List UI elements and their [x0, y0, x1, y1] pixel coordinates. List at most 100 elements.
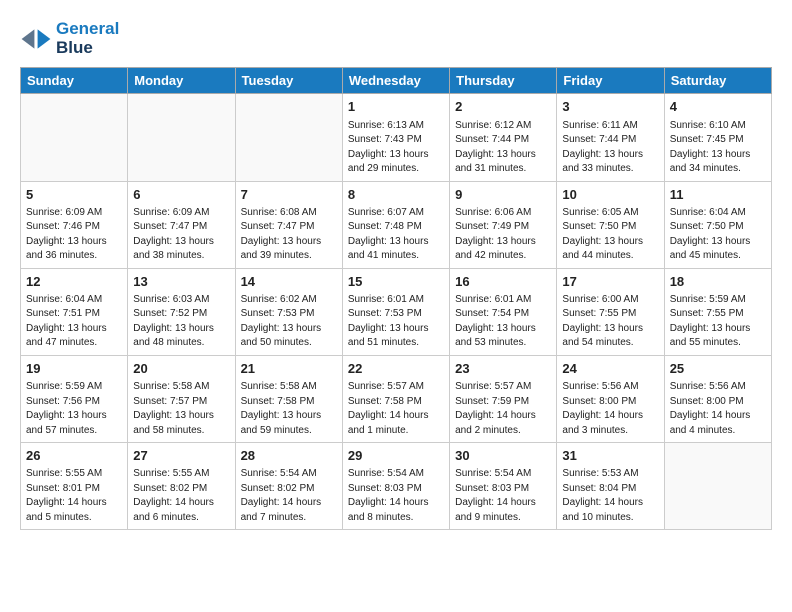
day-info: Sunrise: 6:09 AM Sunset: 7:46 PM Dayligh…: [26, 206, 122, 264]
day-number: 25: [670, 360, 766, 378]
weekday-header: Thursday: [450, 68, 557, 94]
day-info: Sunrise: 5:59 AM Sunset: 7:56 PM Dayligh…: [26, 380, 122, 438]
calendar-cell: 5 Sunrise: 6:09 AM Sunset: 7:46 PM Daylig…: [21, 181, 128, 268]
calendar-cell: 1 Sunrise: 6:13 AM Sunset: 7:43 PM Daylig…: [342, 94, 449, 181]
calendar-cell: 24 Sunrise: 5:56 AM Sunset: 8:00 PM Dayli…: [557, 355, 664, 442]
calendar-cell: 7Sunrise: 6:08 AM Sunset: 7:47 PM Daylig…: [235, 181, 342, 268]
day-number: 1: [348, 98, 444, 116]
calendar-cell: 2 Sunrise: 6:12 AM Sunset: 7:44 PM Daylig…: [450, 94, 557, 181]
weekday-header: Monday: [128, 68, 235, 94]
day-info: Sunrise: 6:11 AM Sunset: 7:44 PM Dayligh…: [562, 119, 658, 177]
calendar-cell: 19 Sunrise: 5:59 AM Sunset: 7:56 PM Dayli…: [21, 355, 128, 442]
header: General Blue: [20, 20, 772, 57]
calendar-cell: [128, 94, 235, 181]
weekday-header: Sunday: [21, 68, 128, 94]
day-info: Sunrise: 5:58 AM Sunset: 7:57 PM Dayligh…: [133, 380, 229, 438]
calendar-cell: 14 Sunrise: 6:02 AM Sunset: 7:53 PM Dayli…: [235, 268, 342, 355]
day-number: 2: [455, 98, 551, 116]
day-number: 16: [455, 273, 551, 291]
day-number: 4: [670, 98, 766, 116]
weekday-header: Friday: [557, 68, 664, 94]
day-number: 26: [26, 447, 122, 465]
day-number: 29: [348, 447, 444, 465]
day-number: 14: [241, 273, 337, 291]
calendar-week-row: 12 Sunrise: 6:04 AM Sunset: 7:51 PM Dayli…: [21, 268, 772, 355]
day-number: 27: [133, 447, 229, 465]
day-number: 21: [241, 360, 337, 378]
day-info: Sunrise: 6:10 AM Sunset: 7:45 PM Dayligh…: [670, 119, 766, 177]
calendar-cell: 6 Sunrise: 6:09 AM Sunset: 7:47 PM Daylig…: [128, 181, 235, 268]
calendar-cell: 28Sunrise: 5:54 AM Sunset: 8:02 PM Dayli…: [235, 443, 342, 530]
calendar: SundayMondayTuesdayWednesdayThursdayFrid…: [20, 67, 772, 530]
calendar-cell: 21 Sunrise: 5:58 AM Sunset: 7:58 PM Dayli…: [235, 355, 342, 442]
calendar-cell: 10 Sunrise: 6:05 AM Sunset: 7:50 PM Dayli…: [557, 181, 664, 268]
calendar-week-row: 19 Sunrise: 5:59 AM Sunset: 7:56 PM Dayli…: [21, 355, 772, 442]
day-info: Sunrise: 5:56 AM Sunset: 8:00 PM Dayligh…: [670, 380, 766, 438]
calendar-cell: [235, 94, 342, 181]
day-number: 11: [670, 186, 766, 204]
day-info: Sunrise: 5:55 AM Sunset: 8:01 PM Dayligh…: [26, 467, 122, 525]
weekday-header: Saturday: [664, 68, 771, 94]
day-info: Sunrise: 6:12 AM Sunset: 7:44 PM Dayligh…: [455, 119, 551, 177]
weekday-header-row: SundayMondayTuesdayWednesdayThursdayFrid…: [21, 68, 772, 94]
day-number: 12: [26, 273, 122, 291]
calendar-cell: 16 Sunrise: 6:01 AM Sunset: 7:54 PM Dayli…: [450, 268, 557, 355]
day-info: Sunrise: 5:56 AM Sunset: 8:00 PM Dayligh…: [562, 380, 658, 438]
day-info: Sunrise: 6:05 AM Sunset: 7:50 PM Dayligh…: [562, 206, 658, 264]
day-number: 13: [133, 273, 229, 291]
calendar-cell: 29 Sunrise: 5:54 AM Sunset: 8:03 PM Dayli…: [342, 443, 449, 530]
day-info: Sunrise: 6:07 AM Sunset: 7:48 PM Dayligh…: [348, 206, 444, 264]
day-info: Sunrise: 6:00 AM Sunset: 7:55 PM Dayligh…: [562, 293, 658, 351]
day-number: 10: [562, 186, 658, 204]
calendar-cell: 3 Sunrise: 6:11 AM Sunset: 7:44 PM Daylig…: [557, 94, 664, 181]
day-info: Sunrise: 6:09 AM Sunset: 7:47 PM Dayligh…: [133, 206, 229, 264]
day-number: 8: [348, 186, 444, 204]
day-info: Sunrise: 6:01 AM Sunset: 7:54 PM Dayligh…: [455, 293, 551, 351]
day-number: 9: [455, 186, 551, 204]
day-info: Sunrise: 6:02 AM Sunset: 7:53 PM Dayligh…: [241, 293, 337, 351]
day-info: Sunrise: 6:04 AM Sunset: 7:51 PM Dayligh…: [26, 293, 122, 351]
calendar-week-row: 26 Sunrise: 5:55 AM Sunset: 8:01 PM Dayli…: [21, 443, 772, 530]
calendar-cell: 22 Sunrise: 5:57 AM Sunset: 7:58 PM Dayli…: [342, 355, 449, 442]
day-info: Sunrise: 6:03 AM Sunset: 7:52 PM Dayligh…: [133, 293, 229, 351]
day-number: 24: [562, 360, 658, 378]
weekday-header: Wednesday: [342, 68, 449, 94]
calendar-cell: 26 Sunrise: 5:55 AM Sunset: 8:01 PM Dayli…: [21, 443, 128, 530]
day-number: 18: [670, 273, 766, 291]
day-number: 5: [26, 186, 122, 204]
logo-text: General Blue: [56, 20, 119, 57]
day-number: 22: [348, 360, 444, 378]
calendar-cell: [664, 443, 771, 530]
day-info: Sunrise: 5:54 AM Sunset: 8:03 PM Dayligh…: [348, 467, 444, 525]
day-info: Sunrise: 5:58 AM Sunset: 7:58 PM Dayligh…: [241, 380, 337, 438]
calendar-cell: 20Sunrise: 5:58 AM Sunset: 7:57 PM Dayli…: [128, 355, 235, 442]
day-info: Sunrise: 5:54 AM Sunset: 8:03 PM Dayligh…: [455, 467, 551, 525]
day-number: 3: [562, 98, 658, 116]
day-info: Sunrise: 6:13 AM Sunset: 7:43 PM Dayligh…: [348, 119, 444, 177]
day-number: 19: [26, 360, 122, 378]
logo-icon: [20, 23, 52, 55]
day-number: 7: [241, 186, 337, 204]
day-number: 31: [562, 447, 658, 465]
day-info: Sunrise: 5:54 AM Sunset: 8:02 PM Dayligh…: [241, 467, 337, 525]
calendar-cell: 8 Sunrise: 6:07 AM Sunset: 7:48 PM Daylig…: [342, 181, 449, 268]
calendar-cell: 25 Sunrise: 5:56 AM Sunset: 8:00 PM Dayli…: [664, 355, 771, 442]
day-info: Sunrise: 5:57 AM Sunset: 7:58 PM Dayligh…: [348, 380, 444, 438]
weekday-header: Tuesday: [235, 68, 342, 94]
day-info: Sunrise: 6:04 AM Sunset: 7:50 PM Dayligh…: [670, 206, 766, 264]
day-info: Sunrise: 6:06 AM Sunset: 7:49 PM Dayligh…: [455, 206, 551, 264]
calendar-cell: 15 Sunrise: 6:01 AM Sunset: 7:53 PM Dayli…: [342, 268, 449, 355]
day-number: 30: [455, 447, 551, 465]
calendar-cell: 18 Sunrise: 5:59 AM Sunset: 7:55 PM Dayli…: [664, 268, 771, 355]
calendar-cell: 9 Sunrise: 6:06 AM Sunset: 7:49 PM Daylig…: [450, 181, 557, 268]
calendar-cell: 27Sunrise: 5:55 AM Sunset: 8:02 PM Dayli…: [128, 443, 235, 530]
calendar-cell: 23Sunrise: 5:57 AM Sunset: 7:59 PM Dayli…: [450, 355, 557, 442]
day-number: 6: [133, 186, 229, 204]
day-number: 17: [562, 273, 658, 291]
day-info: Sunrise: 6:01 AM Sunset: 7:53 PM Dayligh…: [348, 293, 444, 351]
day-number: 15: [348, 273, 444, 291]
day-info: Sunrise: 5:59 AM Sunset: 7:55 PM Dayligh…: [670, 293, 766, 351]
day-info: Sunrise: 5:57 AM Sunset: 7:59 PM Dayligh…: [455, 380, 551, 438]
calendar-cell: 17 Sunrise: 6:00 AM Sunset: 7:55 PM Dayli…: [557, 268, 664, 355]
page: General Blue SundayMondayTuesdayWednesda…: [0, 0, 792, 540]
